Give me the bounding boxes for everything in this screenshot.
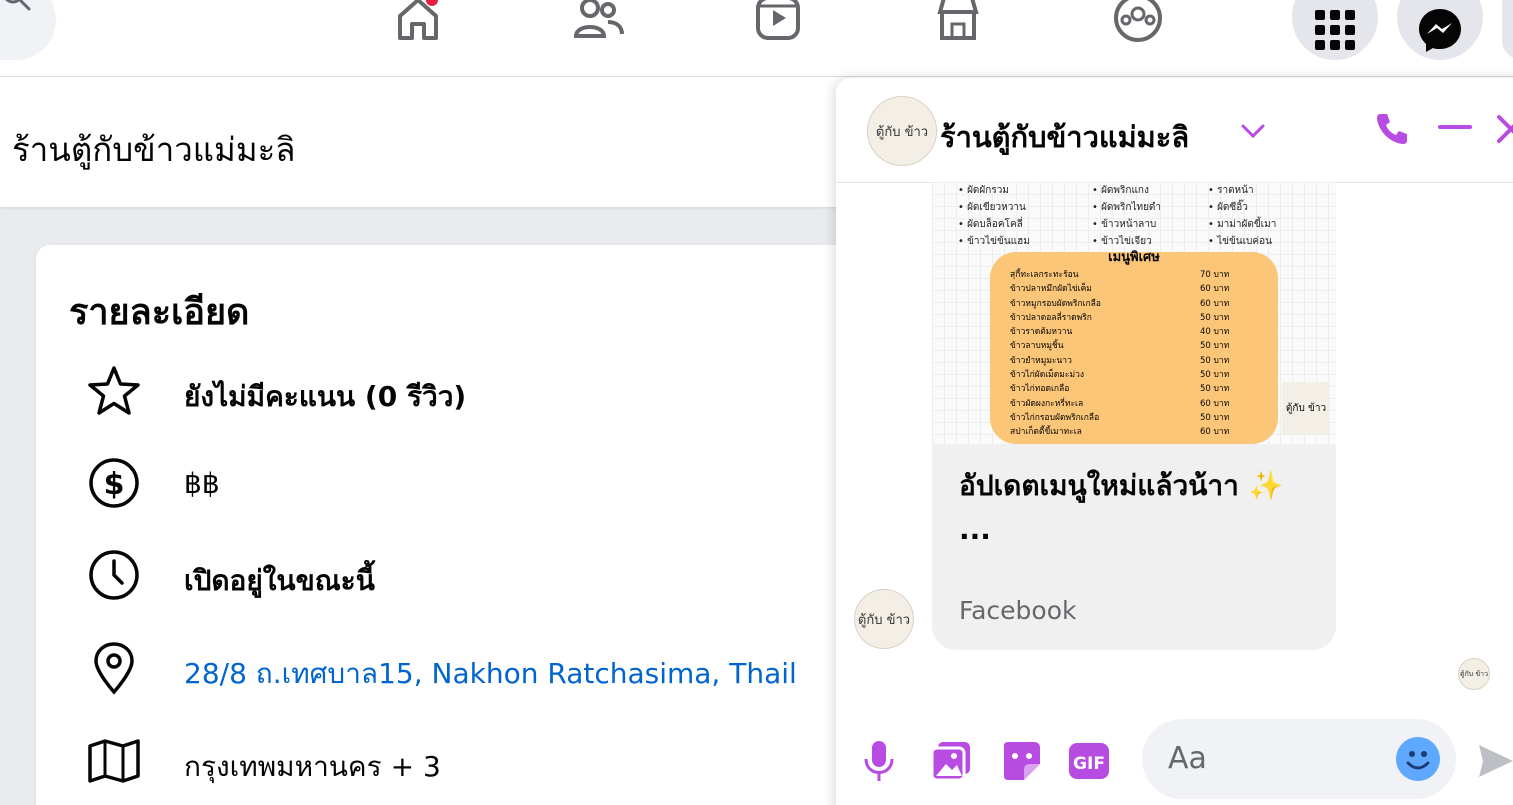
- nav-video[interactable]: [748, 0, 808, 46]
- special-menu-items: สุกี้ทะเลกระทะร้อน ข้าวปลาหมึกผัดไข่เค็มข…: [1010, 270, 1101, 438]
- dollar-icon: $: [89, 458, 139, 508]
- chat-title[interactable]: ร้านตู้กับข้าวแม่มะลิ: [940, 114, 1189, 160]
- voice-button[interactable]: [856, 738, 902, 784]
- sticker-icon: [1004, 742, 1040, 780]
- chat-window: ตู้กับ ข้าว ร้านตู้กับข้าวแม่มะลิ • ผัดผ…: [836, 78, 1513, 805]
- menu-column-2: • ผัดพริกแกง • ผัดพริกไทยดำ • ข้าวหน้าลาบ •…: [1092, 185, 1162, 247]
- close-icon[interactable]: [1496, 114, 1513, 144]
- message-input-placeholder: Aa: [1168, 741, 1207, 776]
- area-row: กรุงเทพมหานคร + 3: [86, 733, 866, 793]
- seen-avatar: ตู้กับ ข้าว: [1458, 658, 1490, 690]
- top-navigation-bar: [0, 0, 1513, 77]
- profile-button[interactable]: [1502, 0, 1513, 60]
- message-ellipsis: ...: [959, 513, 991, 546]
- message-text: อัปเดตเมนูใหม่แล้วน้าา ✨...: [959, 469, 1284, 546]
- details-card: รายละเอียด ยังไม่มีคะแนน (0 รีวิว) $ ฿฿ …: [36, 245, 866, 805]
- sender-avatar[interactable]: ตู้กับ ข้าว: [854, 589, 914, 649]
- shop-logo: ตู้กับ ข้าว: [1282, 382, 1330, 434]
- hours-text: เปิดอยู่ในขณะนี้: [184, 564, 375, 597]
- special-menu-title: เมนูพิเศษ: [1108, 250, 1160, 265]
- messenger-icon: [1419, 9, 1461, 52]
- groups-icon: [1114, 0, 1162, 42]
- page-name: ร้านตู้กับข้าวแม่มะลิ: [12, 130, 296, 169]
- location-pin-icon: [94, 642, 134, 695]
- sticker-button[interactable]: [998, 738, 1044, 784]
- rating-row: ยังไม่มีคะแนน (0 รีวิว): [86, 363, 866, 423]
- friends-icon: [573, 0, 624, 38]
- address-link[interactable]: 28/8 ถ.เทศบาล15, Nakhon Ratchasima, Thai…: [184, 652, 797, 696]
- price-text: ฿฿: [184, 467, 220, 500]
- chevron-down-icon[interactable]: [1240, 120, 1266, 142]
- nav-home[interactable]: [388, 0, 448, 46]
- messenger-button[interactable]: [1397, 0, 1483, 60]
- gif-button[interactable]: GIF: [1066, 738, 1112, 784]
- menu-grid-icon: [1315, 10, 1355, 50]
- message-bubble[interactable]: อัปเดตเมนูใหม่แล้วน้าา ✨... Facebook: [932, 444, 1336, 650]
- star-icon: [88, 366, 140, 415]
- special-menu-prices: 70 บาท 60 บาท 60 บาท 50 บาท 40 บาท 50 บาท 50 บ…: [1200, 270, 1230, 438]
- price-row: $ ฿฿: [86, 455, 866, 515]
- nav-marketplace[interactable]: [928, 0, 988, 46]
- clock-icon: [89, 550, 139, 600]
- smiley-icon: [1406, 751, 1430, 770]
- rating-text: ยังไม่มีคะแนน (0 รีวิว): [184, 380, 467, 413]
- marketplace-icon: [937, 0, 979, 40]
- home-icon: [398, 0, 438, 40]
- chat-avatar[interactable]: ตู้กับ ข้าว: [867, 96, 937, 166]
- svg-text:$: $: [104, 467, 125, 502]
- menu-column-3: • ราดหน้า • ผัดซีอิ๊ว • มาม่าผัดขี้เมา • ไข…: [1208, 185, 1277, 247]
- video-icon: [756, 0, 800, 40]
- chat-header: ตู้กับ ข้าว ร้านตู้กับข้าวแม่มะลิ: [836, 78, 1513, 183]
- image-icon: [930, 742, 970, 782]
- nav-groups[interactable]: [1108, 0, 1168, 46]
- message-source: Facebook: [959, 596, 1077, 625]
- search-icon: [5, 0, 31, 11]
- map-icon: [88, 739, 140, 783]
- phone-icon[interactable]: [1374, 110, 1410, 146]
- microphone-icon: [864, 741, 894, 781]
- hours-row: เปิดอยู่ในขณะนี้: [86, 547, 866, 607]
- photo-button[interactable]: [928, 738, 974, 784]
- emoji-button[interactable]: [1396, 737, 1440, 781]
- nav-friends[interactable]: [568, 0, 628, 46]
- area-text: กรุงเทพมหานคร + 3: [184, 750, 441, 783]
- menu-button[interactable]: [1292, 0, 1378, 60]
- minimize-icon[interactable]: [1438, 112, 1472, 142]
- address-row[interactable]: 28/8 ถ.เทศบาล15, Nakhon Ratchasima, Thai…: [86, 640, 866, 700]
- search-button[interactable]: [0, 0, 56, 60]
- special-menu-box: เมนูพิเศษ สุกี้ทะเลกระทะร้อน ข้าวปลาหมึกผ…: [990, 250, 1278, 444]
- menu-column-1: • ผัดผักรวม • ผัดเขียวหวาน • ผัดบล็อคโคลี่…: [958, 185, 1030, 247]
- message-input[interactable]: Aa: [1142, 719, 1456, 799]
- svg-text:GIF: GIF: [1073, 754, 1105, 774]
- details-title: รายละเอียด: [69, 292, 250, 333]
- send-button[interactable]: [1472, 738, 1513, 784]
- gif-icon: GIF: [1069, 743, 1109, 779]
- send-icon: [1479, 745, 1513, 777]
